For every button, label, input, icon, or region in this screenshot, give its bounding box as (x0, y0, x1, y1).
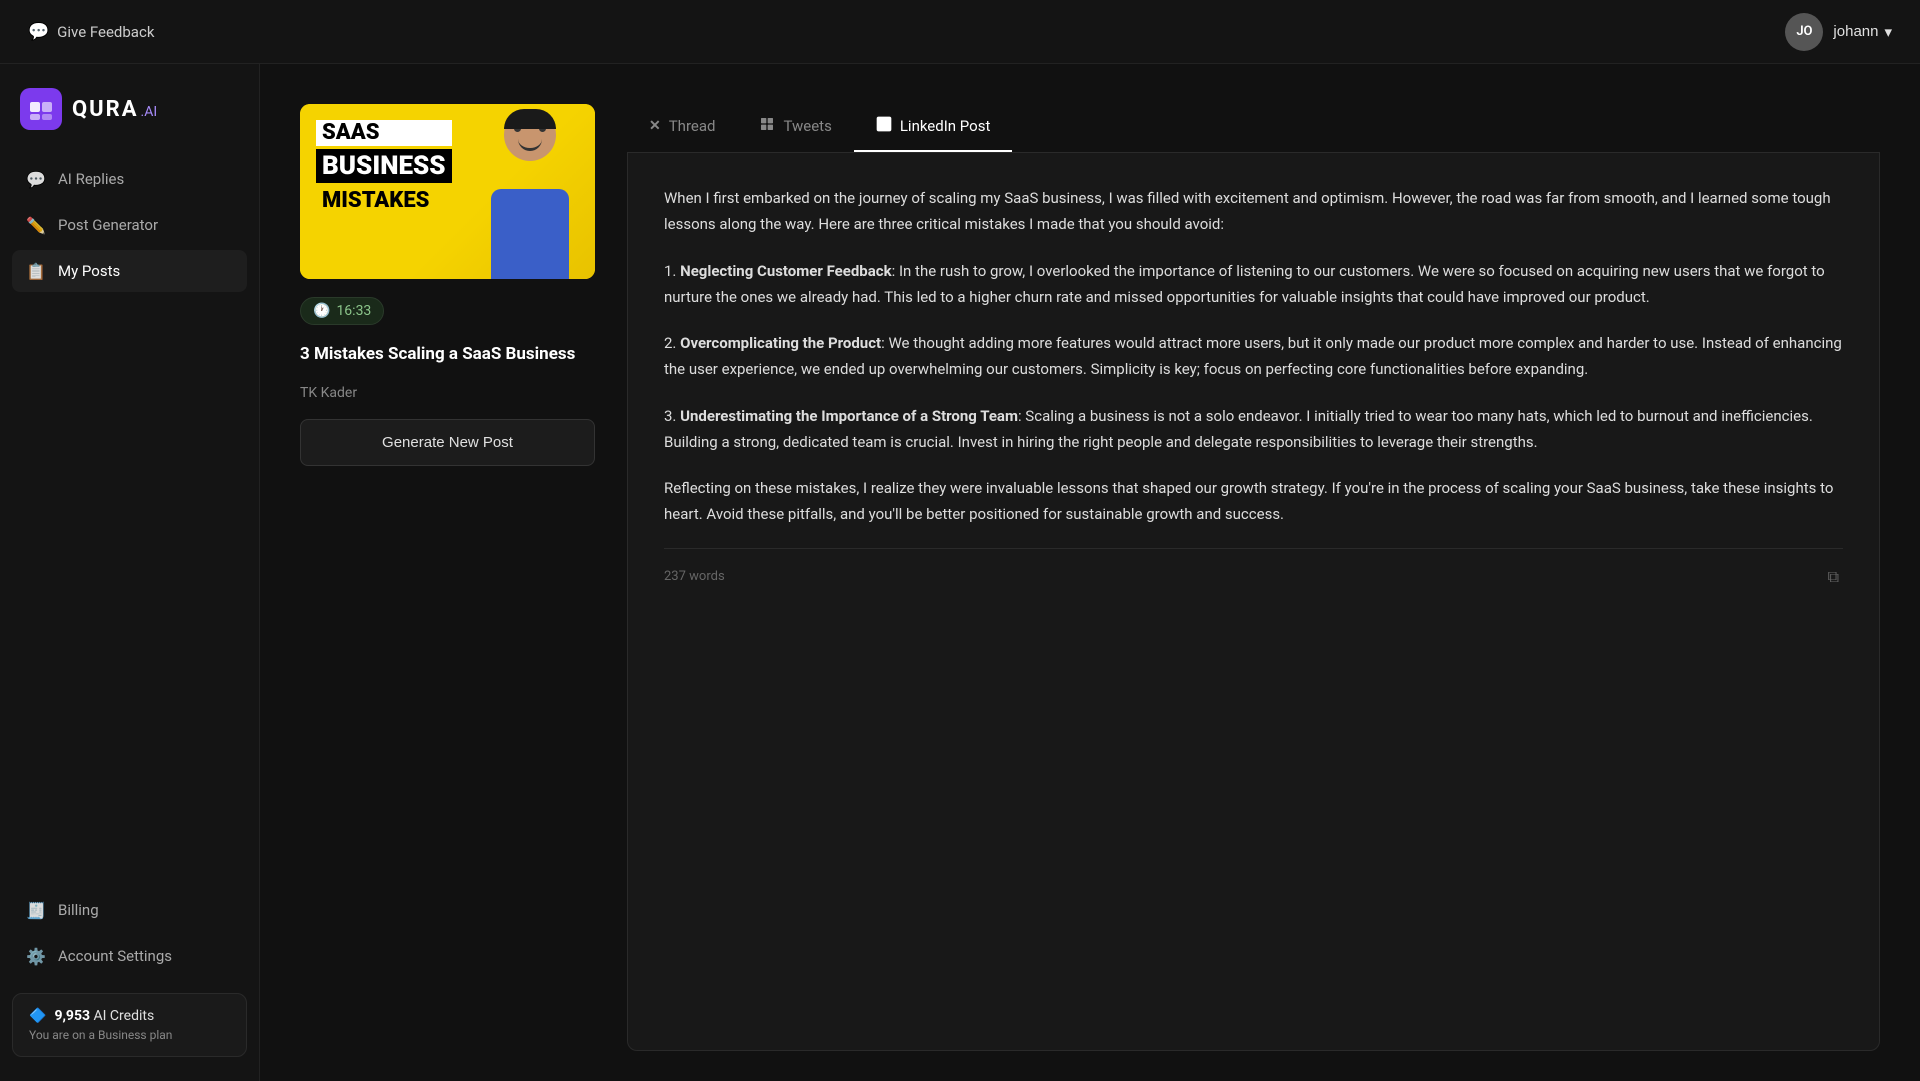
tabs-row: ✕ Thread Tweets (627, 104, 1880, 153)
logo-text: QURA .AI (72, 97, 157, 122)
topbar: 💬 Give Feedback JO johann ▾ (0, 0, 1920, 64)
sidebar-item-label: My Posts (58, 262, 120, 280)
generate-new-post-button[interactable]: Generate New Post (300, 419, 595, 466)
copy-icon: ⧉ (1828, 569, 1839, 586)
post-paragraph-5: Reflecting on these mistakes, I realize … (664, 475, 1843, 528)
post-generator-icon: ✏️ (26, 215, 46, 235)
thumbnail-line3: MISTAKES (316, 186, 452, 215)
nav-items: 💬 AI Replies ✏️ Post Generator 📋 My Post… (0, 158, 259, 889)
post-paragraph-3: 2. Overcomplicating the Product: We thou… (664, 330, 1843, 383)
credits-top: 🔷 9,953 AI Credits (29, 1008, 230, 1024)
tweets-icon (759, 116, 775, 136)
video-title: 3 Mistakes Scaling a SaaS Business (300, 343, 595, 367)
tab-thread-label: Thread (669, 117, 716, 135)
sidebar-item-label: AI Replies (58, 170, 124, 188)
feedback-icon: 💬 (28, 22, 49, 42)
username-label: johann (1833, 23, 1878, 40)
content-area: SAAS BUSINESS MISTAKES (260, 64, 1920, 1081)
logo-area: QURA .AI (0, 88, 259, 158)
post-paragraph-4: 3. Underestimating the Importance of a S… (664, 403, 1843, 456)
chevron-down-icon: ▾ (1884, 23, 1892, 41)
sidebar-item-post-generator[interactable]: ✏️ Post Generator (12, 204, 247, 246)
word-count: 237 words (664, 566, 725, 589)
avatar: JO (1785, 13, 1823, 51)
video-thumbnail: SAAS BUSINESS MISTAKES (300, 104, 595, 279)
sidebar-item-label: Account Settings (58, 947, 172, 965)
sidebar-bottom: 🧾 Billing ⚙️ Account Settings (0, 889, 259, 977)
post-footer: 237 words ⧉ (664, 548, 1843, 591)
settings-icon: ⚙️ (26, 946, 46, 966)
billing-icon: 🧾 (26, 900, 46, 920)
duration-badge: 🕐 16:33 (300, 297, 384, 325)
feedback-button[interactable]: 💬 Give Feedback (28, 22, 154, 42)
sidebar-item-label: Billing (58, 901, 99, 919)
tab-linkedin-label: LinkedIn Post (900, 117, 991, 135)
thumbnail-text: SAAS BUSINESS MISTAKES (316, 120, 452, 215)
tab-tweets-label: Tweets (783, 117, 831, 135)
twitter-icon: ✕ (649, 118, 661, 134)
post-content-box: When I first embarked on the journey of … (627, 153, 1880, 1051)
sidebar: QURA .AI 💬 AI Replies ✏️ Post Generator … (0, 64, 260, 1081)
post-paragraph-2: 1. Neglecting Customer Feedback: In the … (664, 258, 1843, 311)
person-silhouette (475, 104, 585, 279)
left-panel: SAAS BUSINESS MISTAKES (300, 104, 595, 1051)
sidebar-item-billing[interactable]: 🧾 Billing (12, 889, 247, 931)
post-text: When I first embarked on the journey of … (664, 185, 1843, 528)
sidebar-item-account-settings[interactable]: ⚙️ Account Settings (12, 935, 247, 977)
sidebar-item-ai-replies[interactable]: 💬 AI Replies (12, 158, 247, 200)
sidebar-item-label: Post Generator (58, 216, 158, 234)
feedback-label: Give Feedback (57, 23, 154, 41)
post-paragraph-1: When I first embarked on the journey of … (664, 185, 1843, 238)
clock-icon: 🕐 (313, 303, 330, 319)
topbar-right: JO johann ▾ (1785, 13, 1892, 51)
ai-replies-icon: 💬 (26, 169, 46, 189)
sidebar-item-my-posts[interactable]: 📋 My Posts (12, 250, 247, 292)
credits-icon: 🔷 (29, 1008, 46, 1024)
user-menu-button[interactable]: johann ▾ (1833, 23, 1892, 41)
tab-linkedin[interactable]: LinkedIn Post (854, 104, 1013, 152)
duration-text: 16:33 (336, 303, 371, 319)
topbar-left: 💬 Give Feedback (28, 22, 154, 42)
credits-box: 🔷 9,953 AI Credits You are on a Business… (12, 993, 247, 1057)
my-posts-icon: 📋 (26, 261, 46, 281)
copy-button[interactable]: ⧉ (1824, 565, 1843, 591)
main-layout: QURA .AI 💬 AI Replies ✏️ Post Generator … (0, 64, 1920, 1081)
logo-icon (20, 88, 62, 130)
content-inner: SAAS BUSINESS MISTAKES (260, 64, 1920, 1081)
thumbnail-line1: SAAS (316, 120, 452, 146)
linkedin-icon (876, 116, 892, 136)
credits-amount: 9,953 AI Credits (54, 1008, 154, 1024)
right-panel: ✕ Thread Tweets (627, 104, 1880, 1051)
tab-tweets[interactable]: Tweets (737, 104, 853, 152)
credits-plan: You are on a Business plan (29, 1028, 230, 1042)
thumbnail-line2: BUSINESS (316, 149, 452, 183)
video-author: TK Kader (300, 385, 595, 401)
tab-thread[interactable]: ✕ Thread (627, 104, 737, 152)
